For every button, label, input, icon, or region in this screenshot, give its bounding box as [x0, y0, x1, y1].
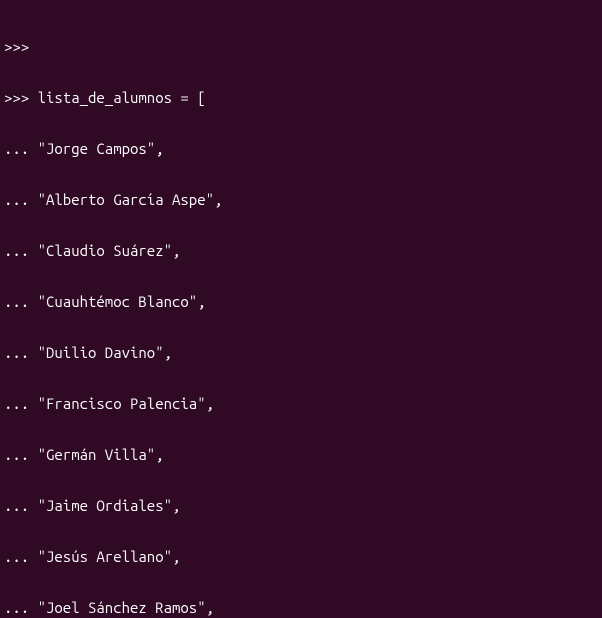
repl-line: ... "Duilio Davino", [4, 344, 598, 361]
repl-line: >>> [4, 38, 598, 55]
repl-line: ... "Claudio Suárez", [4, 242, 598, 259]
repl-line: ... "Jorge Campos", [4, 140, 598, 157]
repl-line: ... "Jaime Ordiales", [4, 497, 598, 514]
repl-line: ... "Germán Villa", [4, 446, 598, 463]
repl-line: ... "Joel Sánchez Ramos", [4, 599, 598, 616]
terminal-window[interactable]: >>> >>> lista_de_alumnos = [ ... "Jorge … [0, 0, 602, 618]
repl-line: >>> lista_de_alumnos = [ [4, 89, 598, 106]
repl-line: ... "Francisco Palencia", [4, 395, 598, 412]
repl-line: ... "Cuauhtémoc Blanco", [4, 293, 598, 310]
repl-line: ... "Jesús Arellano", [4, 548, 598, 565]
repl-line: ... "Alberto García Aspe", [4, 191, 598, 208]
